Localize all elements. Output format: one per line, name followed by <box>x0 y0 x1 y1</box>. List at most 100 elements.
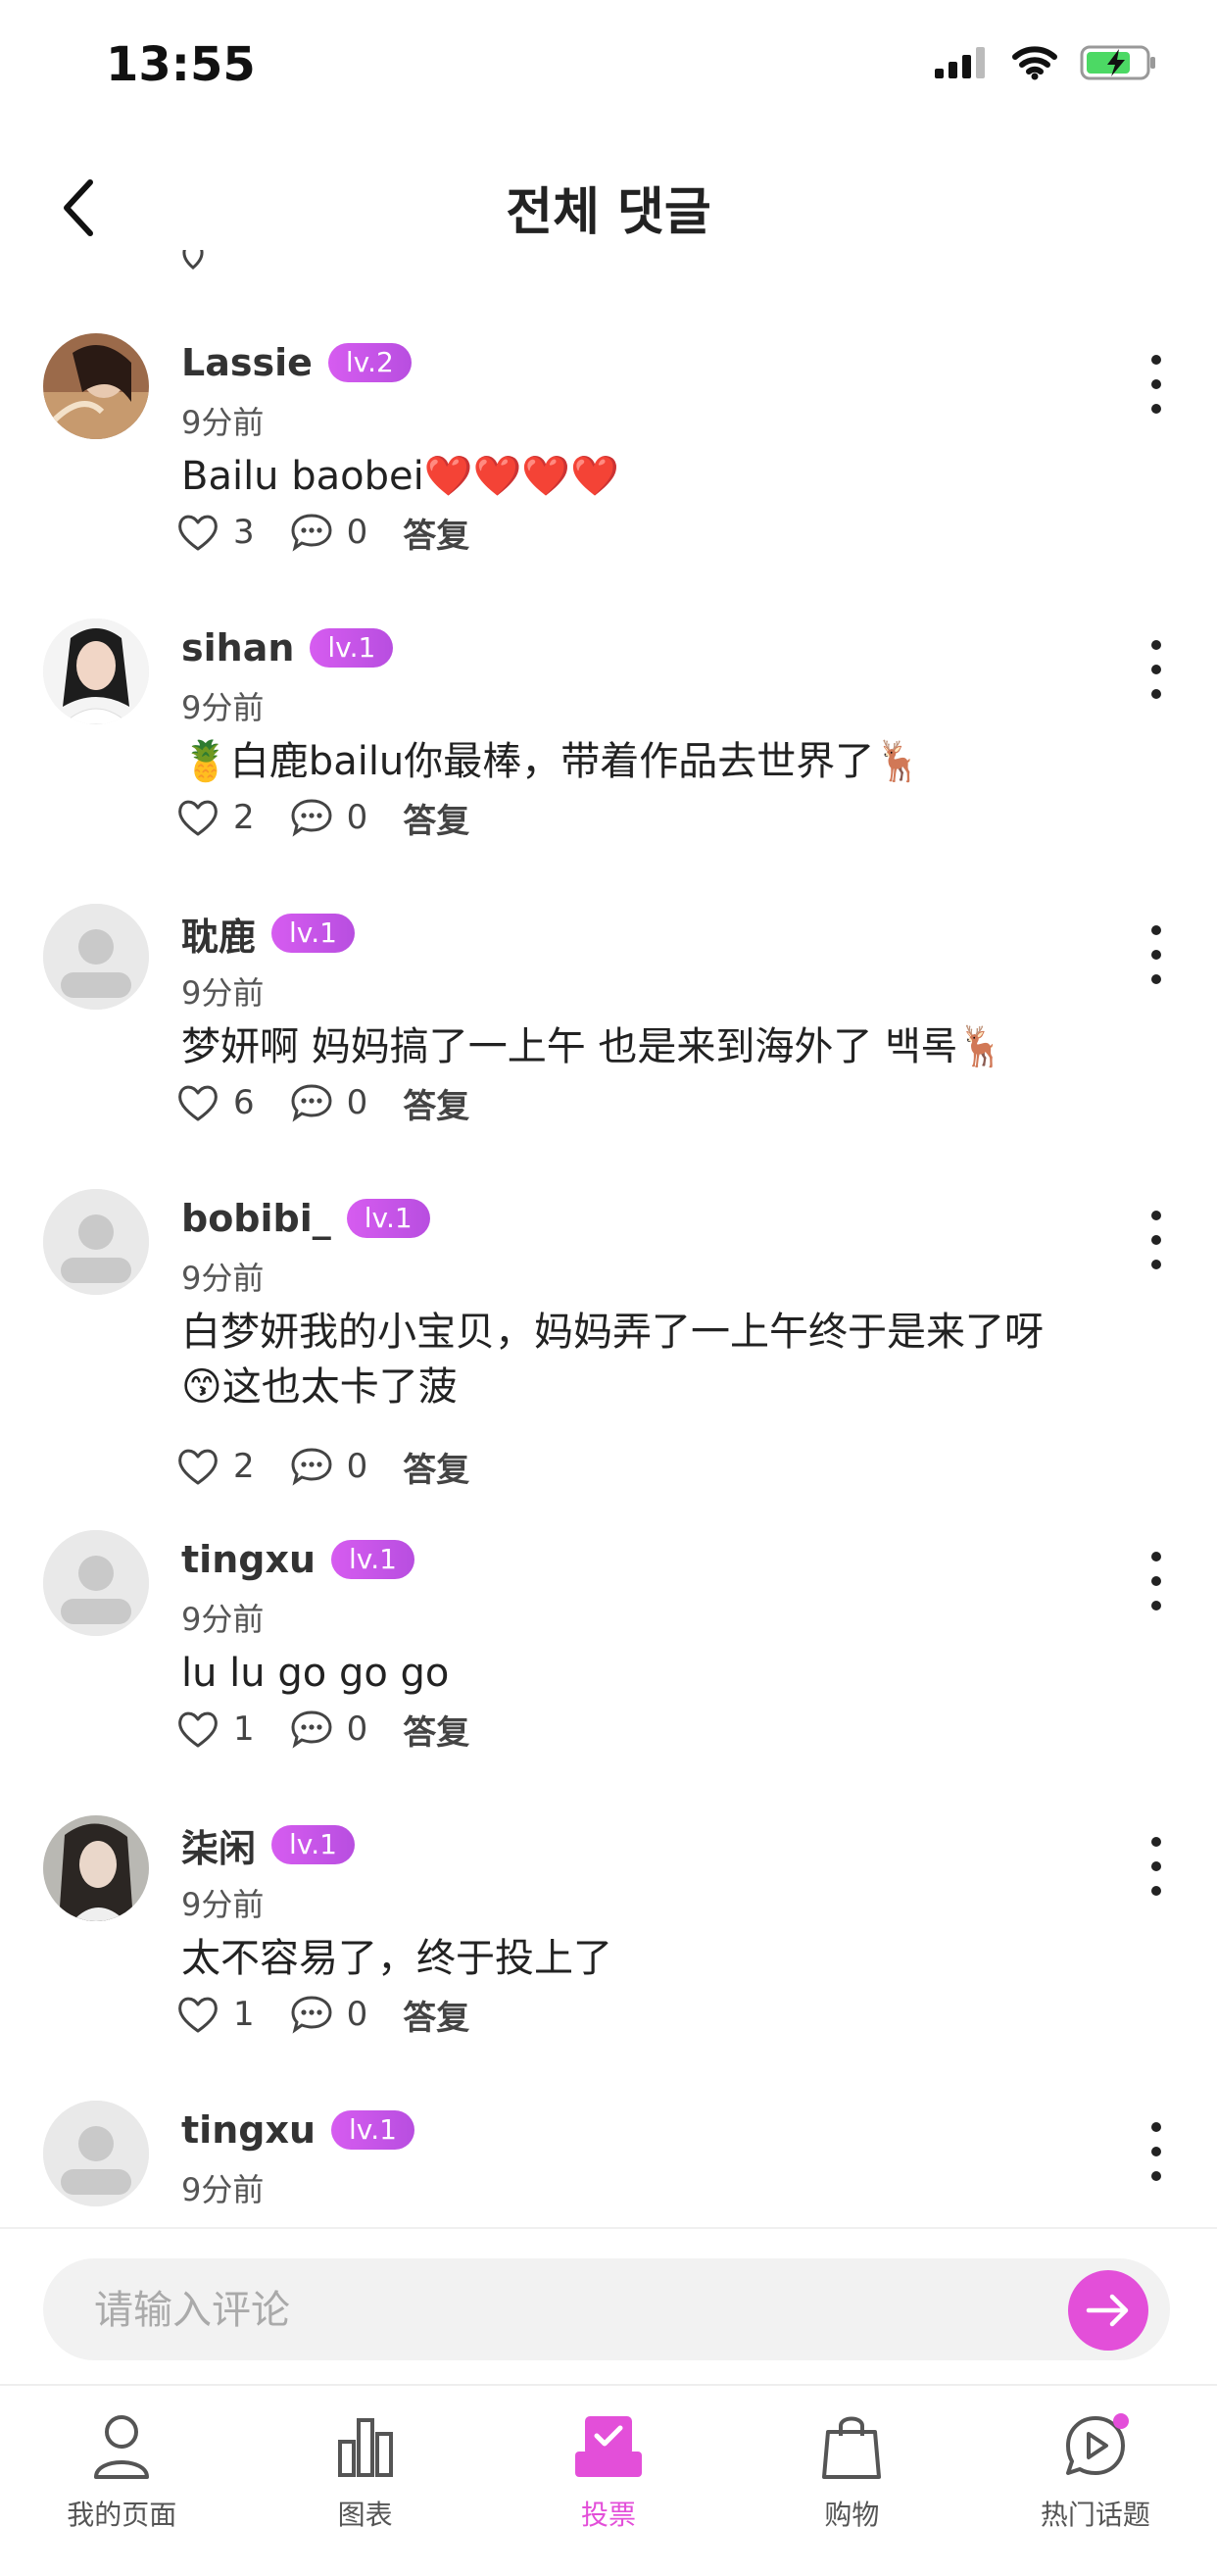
more-options-icon[interactable] <box>1146 925 1166 984</box>
username[interactable]: sihan <box>181 626 294 669</box>
comment-text: 🍍白鹿bailu你最棒，带着作品去世界了🦌 <box>181 739 924 784</box>
default-avatar-icon <box>43 2101 149 2206</box>
reply-button[interactable]: 答复 <box>403 1991 469 2039</box>
reply-count-button[interactable]: 0 <box>290 1447 368 1486</box>
reply-count: 0 <box>346 1083 368 1122</box>
reply-count: 0 <box>346 1709 368 1749</box>
avatar[interactable] <box>43 1815 149 1921</box>
reply-count: 0 <box>346 1447 368 1486</box>
default-avatar-icon <box>43 1530 149 1636</box>
speech-bubble-icon <box>291 1084 332 1122</box>
more-options-icon[interactable] <box>1146 640 1166 699</box>
tab-label: 图表 <box>337 2499 393 2531</box>
comment-input[interactable] <box>92 2258 1037 2362</box>
tab-vote[interactable]: 投票 <box>487 2386 730 2576</box>
page-header: 전체 댓글 <box>0 147 1217 265</box>
heart-icon <box>178 515 218 551</box>
tab-trending[interactable]: 热门话题 <box>974 2386 1217 2576</box>
comment-time: 9分前 <box>181 2171 265 2208</box>
username[interactable]: tingxu <box>181 1538 316 1581</box>
tab-my-page[interactable]: 我的页面 <box>0 2386 243 2576</box>
avatar[interactable] <box>43 904 149 1010</box>
tab-label: 我的页面 <box>67 2499 177 2531</box>
comment-text: Bailu baobei❤️❤️❤️❤️ <box>181 454 619 499</box>
default-avatar-icon <box>43 904 149 1010</box>
level-badge: lv.2 <box>327 343 412 382</box>
reply-count-button[interactable]: 0 <box>290 1995 367 2034</box>
comment-actions: 3 0 答复 <box>176 508 469 557</box>
comment-actions: 2 0 答复 <box>176 793 469 842</box>
level-badge: lv.1 <box>271 914 355 953</box>
comment-text: 梦妍啊 妈妈搞了一上午 也是来到海外了 백록🦌 <box>181 1024 1006 1069</box>
speech-bubble-icon <box>291 799 332 837</box>
username[interactable]: 耽鹿 <box>181 907 256 961</box>
comment-time: 9分前 <box>181 689 265 726</box>
like-button[interactable]: 1 <box>176 1995 255 2034</box>
avatar[interactable] <box>43 333 149 439</box>
avatar[interactable] <box>43 1530 149 1636</box>
reply-count-button[interactable]: 0 <box>290 798 367 837</box>
like-button[interactable]: 2 <box>176 1447 255 1486</box>
heart-icon <box>178 1449 218 1485</box>
reply-button[interactable]: 答复 <box>403 1079 469 1127</box>
partial-actions-row <box>181 250 573 285</box>
level-badge: lv.1 <box>331 2110 414 2150</box>
reply-button[interactable]: 答复 <box>403 509 469 557</box>
reply-button[interactable]: 答复 <box>403 794 469 842</box>
comment-list[interactable]: Lassie lv.2 9分前 Bailu baobei❤️❤️❤️❤️ 3 0… <box>0 250 1217 2225</box>
speech-bubble-icon <box>291 1996 332 2034</box>
reply-count-button[interactable]: 0 <box>290 1709 368 1749</box>
comment-time: 9分前 <box>181 1601 265 1638</box>
like-button[interactable]: 1 <box>176 1709 255 1749</box>
status-icons <box>935 43 1158 82</box>
heart-icon <box>178 1997 218 2033</box>
like-button[interactable]: 2 <box>176 798 255 837</box>
more-options-icon[interactable] <box>1146 1552 1166 1610</box>
send-button[interactable] <box>1068 2270 1148 2351</box>
comment-time: 9分前 <box>181 1260 265 1297</box>
comment-input-bar <box>0 2227 1217 2386</box>
heart-icon <box>178 800 218 836</box>
comment-header: Lassie lv.2 <box>181 333 412 392</box>
reply-count: 0 <box>346 513 368 552</box>
vote-icon <box>575 2416 643 2477</box>
comment-time: 9分前 <box>181 1886 265 1923</box>
tab-chart[interactable]: 图表 <box>243 2386 486 2576</box>
reply-button[interactable]: 答复 <box>403 1706 469 1754</box>
more-options-icon[interactable] <box>1146 2122 1166 2181</box>
comment-text: 白梦妍我的小宝贝，妈妈弄了一上午终于是来了呀😙这也太卡了菠 <box>181 1310 1044 1410</box>
reply-button[interactable]: 答复 <box>403 1443 469 1491</box>
level-badge: lv.1 <box>310 628 394 668</box>
tab-shopping[interactable]: 购物 <box>730 2386 973 2576</box>
like-button[interactable]: 6 <box>176 1083 255 1122</box>
more-options-icon[interactable] <box>1146 1837 1166 1896</box>
status-bar: 13:55 <box>0 0 1217 127</box>
more-options-icon[interactable] <box>1146 355 1166 414</box>
comment-actions: 6 0 答复 <box>176 1078 469 1127</box>
speech-bubble-icon <box>291 1710 332 1749</box>
reply-count-button[interactable]: 0 <box>290 1083 368 1122</box>
like-button[interactable]: 3 <box>176 513 255 552</box>
avatar[interactable] <box>43 2101 149 2206</box>
like-count: 3 <box>233 513 255 552</box>
username[interactable]: tingxu <box>181 2108 316 2152</box>
comment-header: bobibi_ lv.1 <box>181 1189 430 1248</box>
username[interactable]: Lassie <box>181 341 313 384</box>
comment-text: 太不容易了，终于投上了 <box>181 1936 612 1981</box>
tab-label: 热门话题 <box>1040 2499 1150 2531</box>
comment-actions: 2 0 答复 <box>176 1442 469 1491</box>
comment-header: sihan lv.1 <box>181 619 394 677</box>
reply-count-button[interactable]: 0 <box>290 513 368 552</box>
more-options-icon[interactable] <box>1146 1211 1166 1269</box>
comment-text: lu lu go go go <box>181 1651 450 1696</box>
username[interactable]: 柒闲 <box>181 1818 256 1872</box>
like-count: 2 <box>233 798 255 837</box>
chart-icon <box>337 2418 393 2477</box>
trending-chat-icon <box>1065 2413 1129 2475</box>
avatar[interactable] <box>43 1189 149 1295</box>
status-time: 13:55 <box>106 37 256 92</box>
avatar[interactable] <box>43 619 149 724</box>
person-icon <box>94 2415 150 2479</box>
username[interactable]: bobibi_ <box>181 1197 331 1240</box>
like-count: 1 <box>233 1709 255 1749</box>
